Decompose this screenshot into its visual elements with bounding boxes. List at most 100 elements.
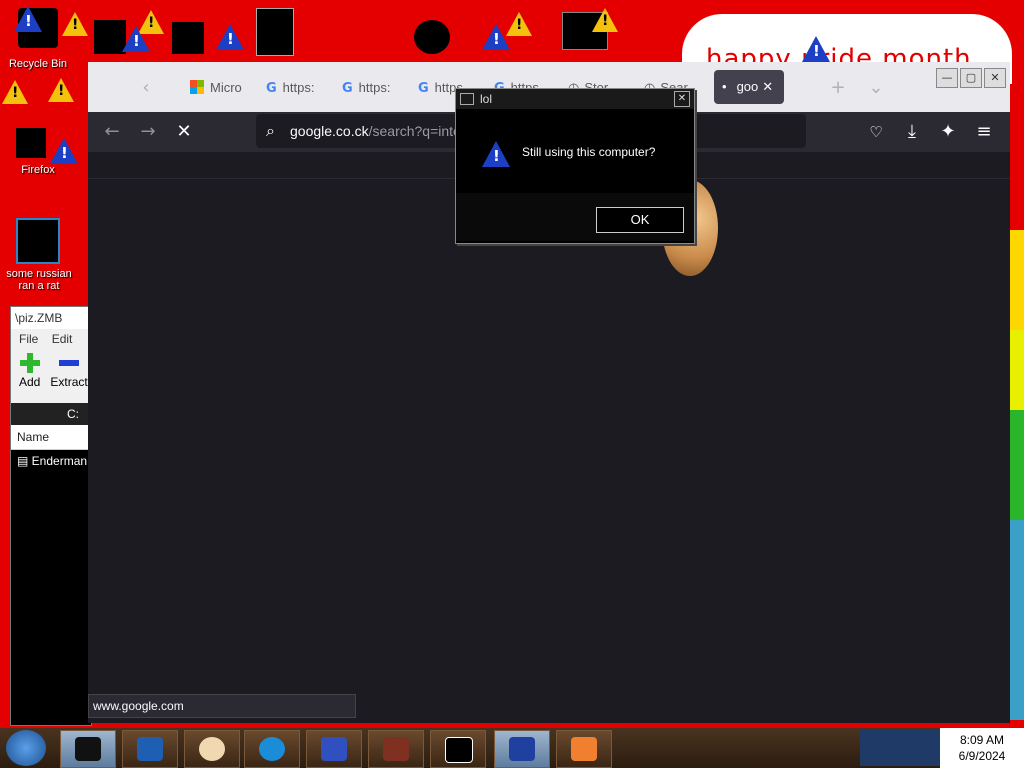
system-tray[interactable] xyxy=(860,730,940,766)
taskbar-item[interactable] xyxy=(494,730,550,768)
tab-google-1[interactable]: Ghttps: xyxy=(266,76,320,100)
list-item-label: Enderman xyxy=(31,454,88,468)
moon-icon xyxy=(199,737,225,761)
minus-icon xyxy=(59,360,80,366)
start-button[interactable] xyxy=(6,730,46,766)
column-header-name[interactable]: Name xyxy=(11,425,91,450)
firefox-icon[interactable] xyxy=(16,128,46,158)
pocket-icon[interactable]: ♡ xyxy=(864,120,888,144)
forward-icon[interactable]: → xyxy=(136,120,160,144)
tab-label: https: xyxy=(358,80,391,95)
warning-icon xyxy=(2,80,28,104)
menu-icon[interactable]: ≡ xyxy=(972,120,996,144)
decor-stripe xyxy=(1008,230,1024,330)
close-icon[interactable]: ✕ xyxy=(984,68,1006,88)
taskbar-item[interactable] xyxy=(368,730,424,768)
app-icon xyxy=(75,737,101,761)
stop-loading-icon[interactable]: ✕ xyxy=(172,120,196,144)
sevenzip-title: \piz.ZMB xyxy=(11,307,91,329)
bomb-icon[interactable] xyxy=(414,20,450,54)
desktop-icon-label: some russian ran a rat xyxy=(6,268,72,292)
back-icon[interactable]: ← xyxy=(100,120,124,144)
blue-warning-icon xyxy=(50,138,78,164)
tab-close-icon[interactable]: ✕ xyxy=(762,79,773,94)
tab-label: Micro xyxy=(210,80,242,95)
add-button[interactable]: Add xyxy=(19,353,40,403)
wallet-icon xyxy=(383,737,409,761)
decor-stripe xyxy=(1008,330,1024,410)
sevenzip-file-list: Name ▤ Enderman xyxy=(11,425,91,725)
taskbar-item[interactable] xyxy=(122,730,178,768)
firefox-icon xyxy=(259,737,285,761)
microsoft-icon xyxy=(190,80,204,94)
extract-label: Extract xyxy=(50,375,88,389)
tab-microsoft[interactable]: Micro xyxy=(190,76,246,100)
close-icon[interactable]: ✕ xyxy=(674,91,690,107)
minimize-icon[interactable]: — xyxy=(936,68,958,88)
taskbar-item[interactable] xyxy=(244,730,300,768)
new-tab-icon[interactable]: + xyxy=(826,76,850,100)
list-item[interactable]: ▤ Enderman xyxy=(11,450,91,472)
message-box: lol ✕ Still using this computer? OK xyxy=(455,88,695,244)
taskbar-item[interactable] xyxy=(430,730,486,768)
address-text: C: xyxy=(67,407,79,421)
message-box-titlebar[interactable]: lol ✕ xyxy=(456,89,694,109)
desktop-icon-rat[interactable]: some russian ran a rat xyxy=(0,268,78,292)
url-path: /search?q=inte xyxy=(368,123,461,139)
taskbar-item[interactable] xyxy=(556,730,612,768)
blue-warning-icon xyxy=(216,24,244,50)
desktop-icon-firefox[interactable]: Firefox xyxy=(0,164,76,176)
sevenzip-toolbar: Add Extract xyxy=(11,349,91,403)
decor-stripe xyxy=(1008,520,1024,720)
maximize-icon[interactable]: ▢ xyxy=(960,68,982,88)
url-domain: google.co.ck xyxy=(290,123,369,139)
status-bar: www.google.com xyxy=(88,694,356,718)
taskbar-item[interactable] xyxy=(60,730,116,768)
message-box-footer: OK xyxy=(456,193,694,241)
tab-label: https: xyxy=(282,80,315,95)
box-app-icon xyxy=(321,737,347,761)
clock-time: 8:09 AM xyxy=(959,733,1005,747)
app-icon[interactable] xyxy=(172,22,204,54)
plus-icon xyxy=(19,353,40,373)
rat-app-icon[interactable] xyxy=(16,218,60,264)
google-icon: G xyxy=(342,81,353,96)
sevenzip-menu: File Edit xyxy=(11,329,91,349)
media-player-icon xyxy=(137,737,163,761)
extract-button[interactable]: Extract xyxy=(50,353,88,403)
message-text: Still using this computer? xyxy=(522,145,656,159)
tab-label: goo xyxy=(736,79,759,94)
document-icon xyxy=(571,737,597,761)
page-content[interactable] xyxy=(88,178,1010,723)
sevenzip-address[interactable]: C: xyxy=(11,403,91,425)
google-icon: G xyxy=(266,81,277,96)
tab-google-2[interactable]: Ghttps: xyxy=(342,76,396,100)
tab-scroll-left-icon[interactable]: ‹ xyxy=(134,76,158,100)
tab-list-icon[interactable]: ⌄ xyxy=(864,76,888,100)
search-icon: ⌕ xyxy=(266,121,275,140)
desktop-icon-label: Firefox xyxy=(21,164,55,176)
menu-edit[interactable]: Edit xyxy=(52,332,73,346)
warning-icon xyxy=(62,12,88,36)
download-icon[interactable]: ⤓ xyxy=(900,120,924,144)
decor-stripe xyxy=(1008,90,1024,230)
url-text: google.co.ck/search?q=inte xyxy=(290,114,461,148)
taskbar-item[interactable] xyxy=(306,730,362,768)
taskbar: 8:09 AM 6/9/2024 xyxy=(0,728,1024,768)
extensions-icon[interactable]: ✦ xyxy=(936,120,960,144)
shield-icon xyxy=(509,737,535,761)
warning-icon xyxy=(48,78,74,102)
blue-warning-icon xyxy=(14,6,42,32)
menu-file[interactable]: File xyxy=(19,332,38,346)
add-label: Add xyxy=(19,375,41,389)
desktop-icon-recycle-bin[interactable]: Recycle Bin xyxy=(0,58,76,70)
clock[interactable]: 8:09 AM 6/9/2024 xyxy=(940,728,1024,768)
loading-dot-icon: • xyxy=(722,79,727,94)
blue-warning-icon xyxy=(122,26,150,52)
message-box-body: Still using this computer? xyxy=(456,109,694,193)
ok-button[interactable]: OK xyxy=(596,207,684,233)
tab-google-active[interactable]: • goo ✕ xyxy=(714,70,784,104)
taskbar-item[interactable] xyxy=(184,730,240,768)
document-icon[interactable] xyxy=(256,8,294,56)
file-icon: ▤ xyxy=(17,454,32,468)
